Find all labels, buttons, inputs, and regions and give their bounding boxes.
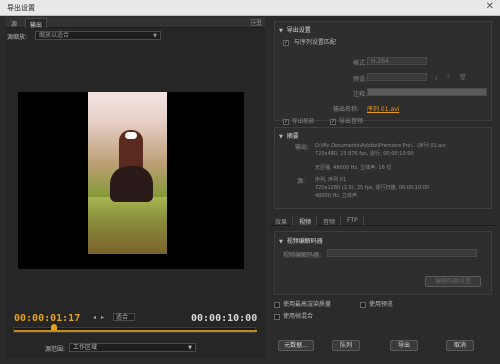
step-back-icon[interactable]: ◂ (93, 314, 96, 321)
tab-video[interactable]: 视频 (294, 216, 318, 226)
tab-output[interactable]: 输出 (25, 18, 48, 29)
current-timecode[interactable]: 00:00:01:17 (14, 313, 80, 324)
photo-subject-body (110, 166, 153, 202)
format-dropdown[interactable]: H.264 (367, 57, 427, 65)
video-codec-label: 视频编解码器: (283, 252, 322, 259)
import-preset-icon[interactable]: ⤒ (447, 74, 450, 82)
frame-blending-checkbox[interactable]: 使用帧混合 (274, 311, 313, 320)
crop-toggle-button[interactable]: +全 (251, 19, 261, 26)
checkmark-icon: ✓ (283, 39, 289, 46)
timeline-scrubber[interactable] (13, 327, 257, 333)
window-titlebar: 导出设置 ✕ (0, 0, 500, 16)
max-render-quality-checkbox[interactable]: 使用最高渲染质量 (274, 299, 331, 308)
playhead-handle[interactable] (51, 324, 58, 330)
tab-effects[interactable]: 效果 (270, 216, 294, 226)
output-name-link[interactable]: 序列 01.avi (367, 104, 399, 113)
source-range-label: 源范围: (45, 346, 66, 353)
chevron-down-icon: ▼ (188, 345, 192, 351)
checkmark-icon: ✓ (330, 118, 336, 125)
summary-source-label: 源: (297, 178, 306, 185)
format-label: 格式: (353, 60, 368, 67)
preview-panel: 源 输出 +全 源缩放: 缩放以适合 ▼ 00:00:01:17 ◂ ▸ 适合 … (5, 17, 265, 359)
preset-label: 预设: (353, 76, 368, 83)
metadata-button[interactable]: 元数据... (278, 340, 314, 351)
codec-settings-button[interactable]: 编解码器设置 (425, 276, 481, 287)
zoom-fit-dropdown[interactable]: 适合 (113, 313, 135, 321)
step-forward-icon[interactable]: ▸ (101, 314, 104, 321)
settings-panel: ▼ 导出设置 ✓ 与序列设置匹配 格式: H.264 预设: ⤓ ⤒ 🗑 注释:… (270, 17, 496, 359)
cancel-button[interactable]: 取消 (446, 340, 474, 351)
summary-output-label: 输出: (295, 144, 310, 151)
settings-tabs: 效果 视频 音频 FTP (270, 215, 496, 226)
photo-grass (88, 197, 167, 254)
close-icon[interactable]: ✕ (486, 1, 494, 12)
preset-dropdown[interactable] (367, 73, 427, 81)
summary-output-line: D:\My Documents\Adobe\Premiere Pro\...\序… (315, 143, 446, 149)
delete-preset-icon[interactable]: 🗑 (459, 74, 467, 81)
collapse-triangle-icon: ▼ (279, 239, 283, 245)
checkmark-icon: ✓ (283, 118, 289, 125)
summary-output-line: 720x480, 23.976 fps, 逐行, 00:00:10:00 (315, 151, 414, 157)
source-scaling-dropdown[interactable]: 缩放以适合 ▼ (35, 31, 161, 40)
zoom-fit-value: 适合 (116, 314, 129, 321)
preview-frame-image (88, 92, 167, 254)
summary-source-line: 720x1280 (1.0), 25 fps, 逐行扫描, 00:00:10:0… (315, 185, 430, 191)
match-sequence-checkbox[interactable]: ✓ 与序列设置匹配 (283, 37, 336, 46)
tab-source[interactable]: 源 (7, 18, 21, 28)
summary-source-line: 48000 Hz, 立体声 (315, 193, 358, 199)
output-name-label: 输出名称: (333, 106, 360, 113)
summary-source-line: 序列, 序列 01 (315, 177, 347, 183)
video-preview (18, 92, 244, 269)
save-preset-icon[interactable]: ⤓ (435, 74, 438, 82)
source-range-dropdown[interactable]: 工作区域 ▼ (69, 343, 196, 352)
source-scaling-value: 缩放以适合 (39, 32, 70, 39)
video-codec-dropdown[interactable] (327, 249, 477, 257)
tab-ftp[interactable]: FTP (342, 216, 364, 226)
export-audio-checkbox[interactable]: ✓ 导出音频 (330, 116, 363, 125)
queue-button[interactable]: 队列 (332, 340, 360, 351)
photo-subject-bow (125, 132, 137, 139)
video-codec-header[interactable]: ▼ 视频编解码器 (279, 236, 323, 245)
export-button[interactable]: 导出 (390, 340, 418, 351)
collapse-triangle-icon: ▼ (279, 28, 283, 34)
window-title: 导出设置 (7, 4, 35, 12)
end-timecode: 00:00:10:00 (191, 313, 258, 324)
work-area-bar[interactable] (14, 330, 257, 332)
summary-output-line: 无压缩, 48000 Hz, 立体声, 16 位 (315, 165, 392, 171)
summary-section: ▼ 摘要 输出: D:\My Documents\Adobe\Premiere … (274, 127, 492, 209)
chevron-down-icon: ▼ (153, 33, 157, 39)
export-video-checkbox[interactable]: ✓ 导出视频 (283, 117, 314, 125)
export-settings-header[interactable]: ▼ 导出设置 (279, 25, 311, 34)
comment-label: 注释: (353, 91, 368, 98)
preview-tabs: 源 输出 +全 (5, 17, 265, 29)
source-scaling-label: 源缩放: (7, 34, 28, 41)
export-settings-section: ▼ 导出设置 ✓ 与序列设置匹配 格式: H.264 预设: ⤓ ⤒ 🗑 注释:… (274, 21, 492, 125)
video-codec-section: ▼ 视频编解码器 视频编解码器: 编解码器设置 (274, 231, 492, 295)
use-previews-checkbox[interactable]: 使用预览 (360, 299, 393, 308)
collapse-triangle-icon: ▼ (279, 134, 283, 140)
summary-header[interactable]: ▼ 摘要 (279, 131, 299, 140)
source-scaling-row: 源缩放: 缩放以适合 ▼ (5, 30, 265, 42)
source-range-value: 工作区域 (73, 344, 98, 351)
comment-input[interactable] (367, 88, 487, 96)
tab-audio[interactable]: 音频 (318, 216, 342, 226)
